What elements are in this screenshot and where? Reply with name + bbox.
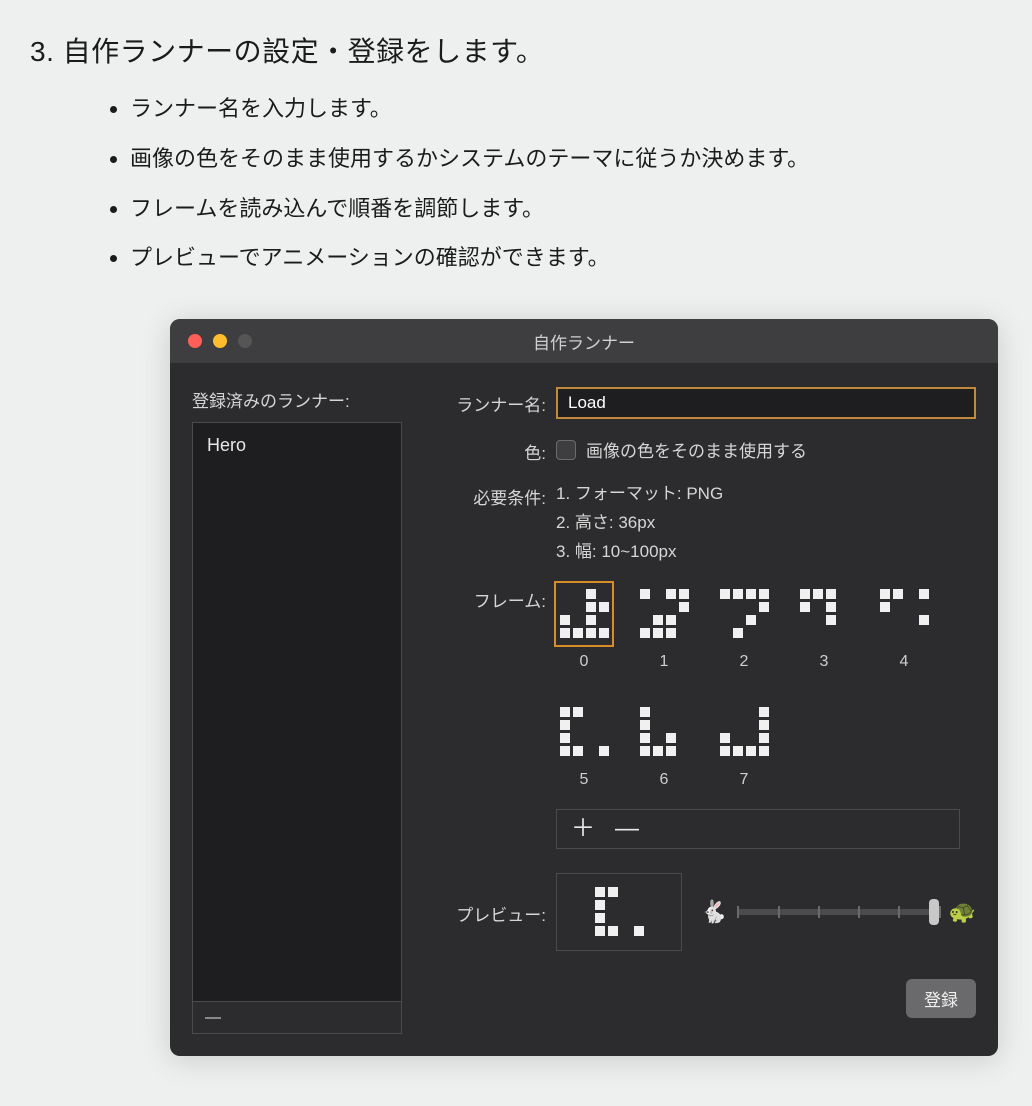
requirement-item: 2. 高さ: 36px [556, 509, 976, 538]
doc-bullet: フレームを読み込んで順番を調節します。 [130, 188, 1002, 230]
doc-bullet: ランナー名を入力します。 [130, 88, 1002, 130]
use-original-color-checkbox[interactable] [556, 440, 576, 460]
slider-thumb[interactable] [929, 899, 939, 925]
fast-icon: 🐇 [700, 899, 727, 925]
frame-label: 6 [660, 771, 669, 789]
frame-thumbnail-7[interactable] [716, 701, 772, 763]
frame-thumbnail-5[interactable] [556, 701, 612, 763]
frame-grid: 0 1 [556, 583, 976, 789]
doc-heading: 3. 自作ランナーの設定・登録をします。 [30, 30, 1002, 70]
frame-label: 7 [740, 771, 749, 789]
remove-frame-button[interactable]: — [615, 817, 639, 841]
runner-name-label: ランナー名: [430, 387, 546, 416]
window-title: 自作ランナー [170, 329, 998, 354]
remove-icon [205, 1017, 221, 1019]
runner-name-input[interactable] [556, 387, 976, 419]
doc-bullet: プレビューでアニメーションの確認ができます。 [130, 237, 1002, 279]
register-button[interactable]: 登録 [906, 979, 976, 1018]
frame-thumbnail-3[interactable] [796, 583, 852, 645]
frame-label: 1 [660, 653, 669, 671]
frame-label: 5 [580, 771, 589, 789]
frame-thumbnail-4[interactable] [876, 583, 932, 645]
frames-label: フレーム: [430, 583, 546, 612]
frame-label: 3 [820, 653, 829, 671]
frame-label: 0 [580, 653, 589, 671]
preview-label: プレビュー: [430, 897, 546, 926]
color-option-label: 画像の色をそのまま使用する [586, 437, 807, 462]
titlebar: 自作ランナー [170, 319, 998, 363]
add-frame-button[interactable]: ＋ [571, 817, 595, 841]
speed-slider[interactable] [737, 909, 938, 915]
requirements-list: 1. フォーマット: PNG 2. 高さ: 36px 3. 幅: 10~100p… [556, 480, 976, 567]
list-item[interactable]: Hero [207, 433, 387, 458]
requirement-item: 3. 幅: 10~100px [556, 538, 976, 567]
list-remove-bar[interactable] [192, 1002, 402, 1034]
color-label: 色: [430, 435, 546, 464]
requirements-label: 必要条件: [430, 480, 546, 509]
frame-controls: ＋ — [556, 809, 960, 849]
frame-thumbnail-0[interactable] [556, 583, 612, 645]
frame-thumbnail-2[interactable] [716, 583, 772, 645]
registered-runners-label: 登録済みのランナー: [192, 387, 402, 412]
registered-runner-list[interactable]: Hero [192, 422, 402, 1002]
doc-bullet: 画像の色をそのまま使用するかシステムのテーマに従うか決めます。 [130, 138, 1002, 180]
frame-thumbnail-6[interactable] [636, 701, 692, 763]
preview-box [556, 873, 682, 951]
requirement-item: 1. フォーマット: PNG [556, 480, 976, 509]
frame-thumbnail-1[interactable] [636, 583, 692, 645]
slow-icon: 🐢 [949, 899, 976, 925]
frame-label: 2 [740, 653, 749, 671]
frame-label: 4 [900, 653, 909, 671]
custom-runner-window: 自作ランナー 登録済みのランナー: Hero ランナー名: 色: [170, 319, 998, 1056]
doc-bullet-list: ランナー名を入力します。 画像の色をそのまま使用するかシステムのテーマに従うか決… [30, 88, 1002, 279]
